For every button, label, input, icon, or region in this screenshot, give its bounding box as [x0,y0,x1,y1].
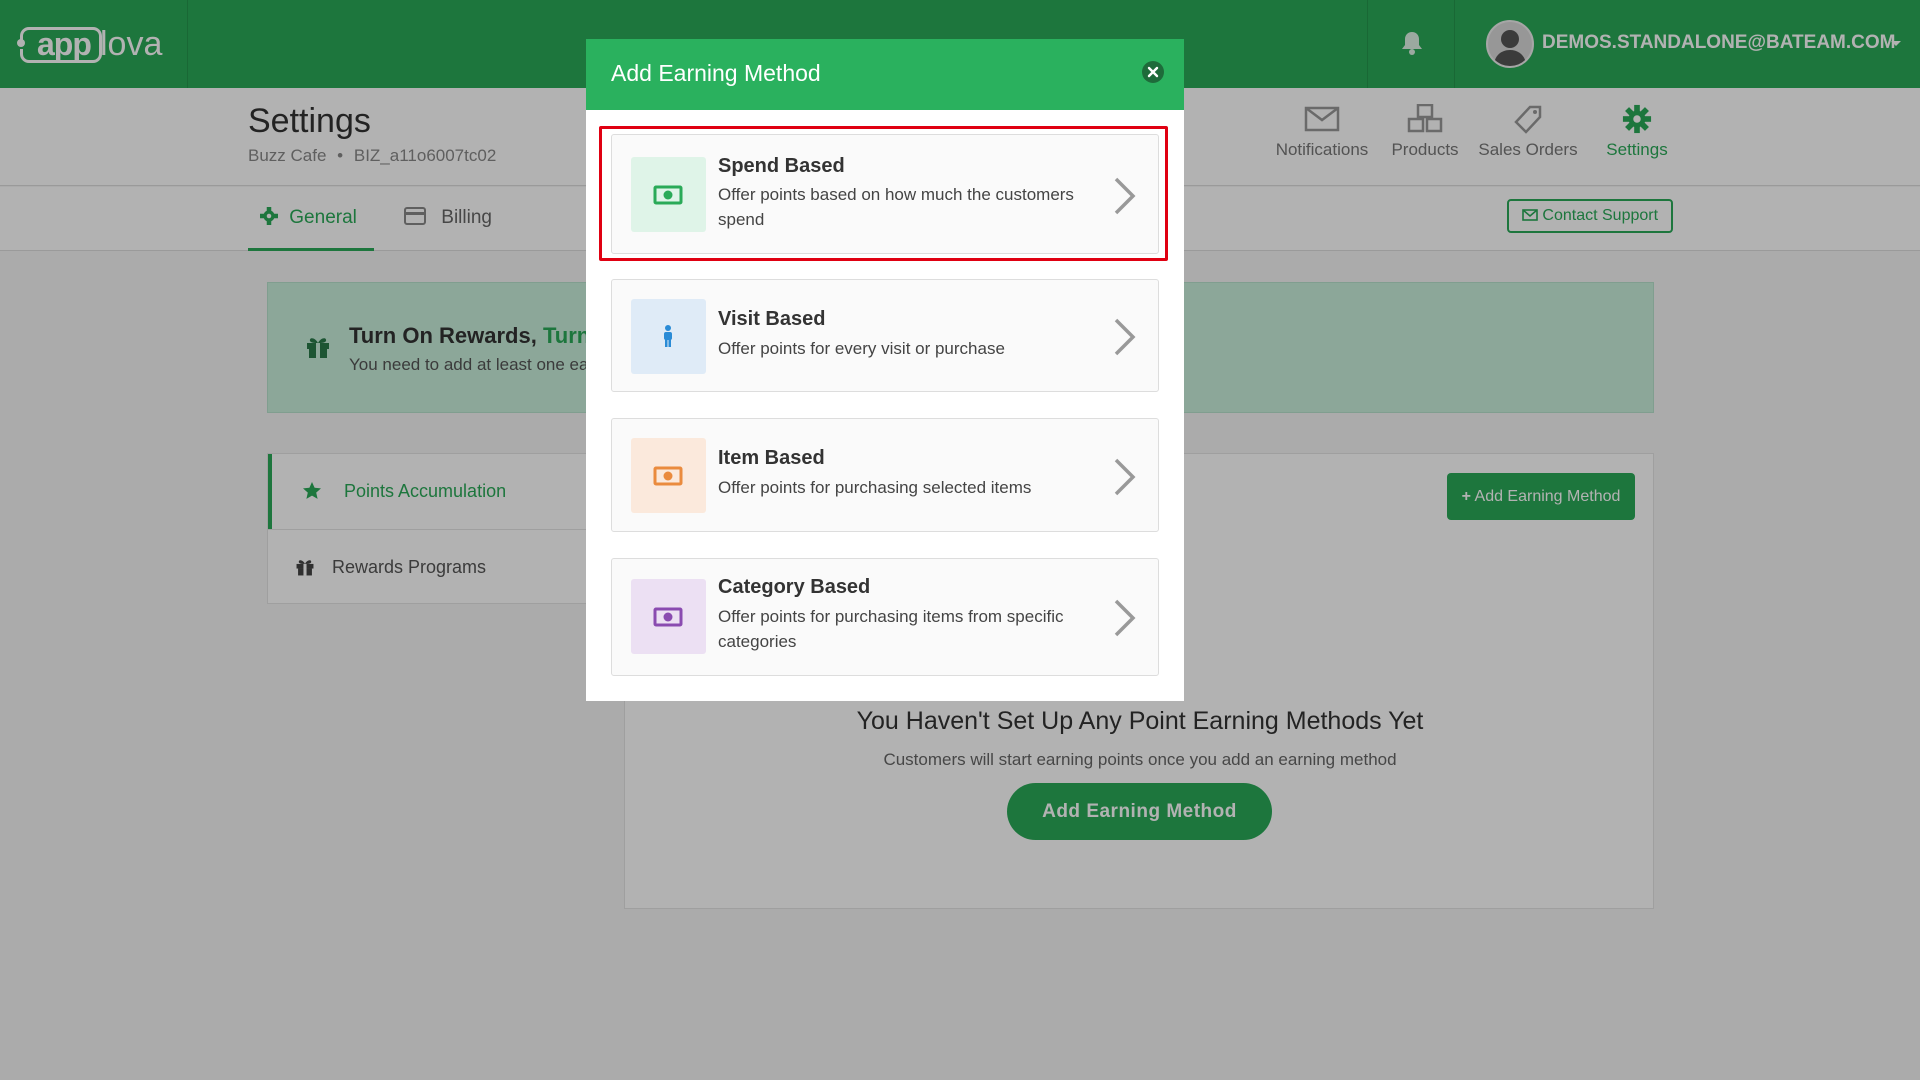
category-based-title: Category Based [718,576,871,598]
visit-based-title: Visit Based [718,308,826,330]
money-icon [653,466,683,486]
selection-highlight-box [599,126,1168,261]
visit-based-description: Offer points for every visit or purchase [718,339,1005,358]
visit-based-icon-box [631,299,706,374]
person-icon [664,325,672,347]
option-category-based[interactable]: Category Based Offer points for purchasi… [611,558,1159,676]
modal-title: Add Earning Method [611,60,821,86]
chevron-right-icon [1114,318,1136,356]
money-icon [653,607,683,627]
chevron-right-icon [1114,599,1136,637]
option-visit-based[interactable]: Visit Based Offer points for every visit… [611,279,1159,392]
category-based-description: Offer points for purchasing items from s… [718,607,1064,651]
item-based-title: Item Based [718,447,825,469]
option-item-based[interactable]: Item Based Offer points for purchasing s… [611,418,1159,532]
chevron-right-icon [1114,458,1136,496]
modal-header: Add Earning Method [586,39,1184,110]
item-based-icon-box [631,438,706,513]
item-based-description: Offer points for purchasing selected ite… [718,478,1032,497]
close-icon [1147,66,1159,78]
category-based-icon-box [631,579,706,654]
modal-close-button[interactable] [1142,61,1164,83]
